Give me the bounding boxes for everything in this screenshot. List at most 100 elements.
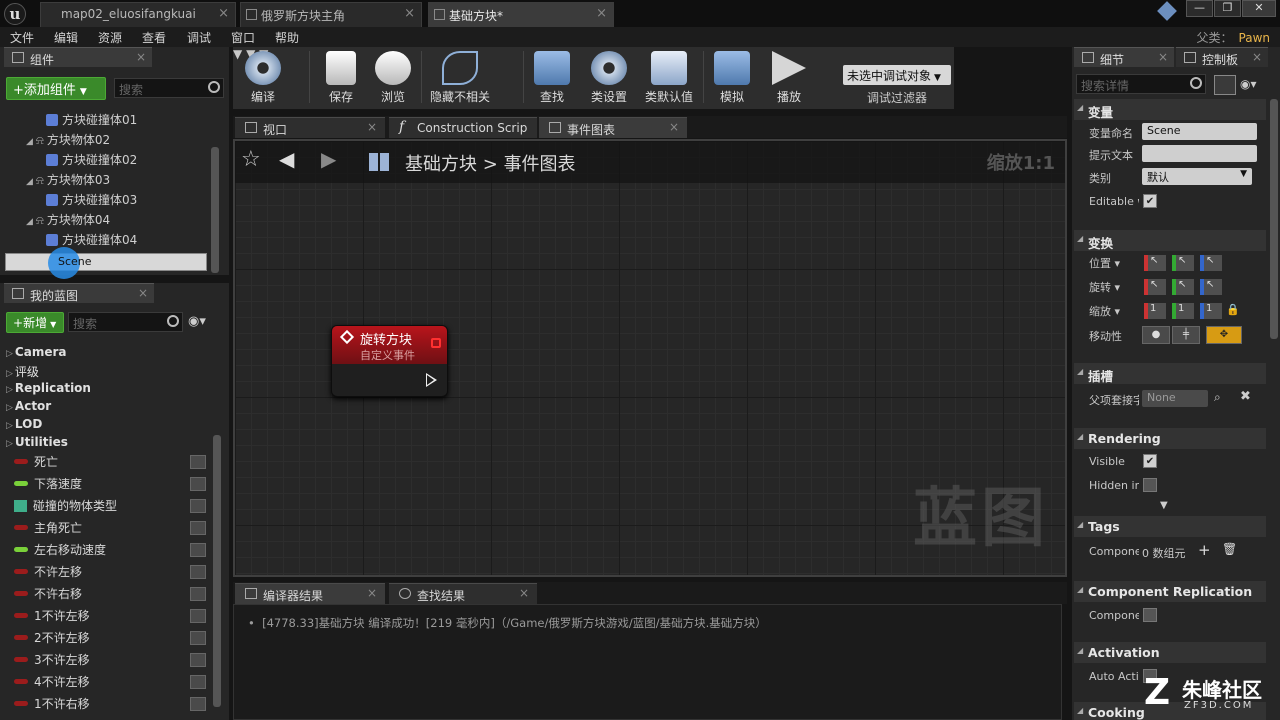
variable-item[interactable]: 左右移动速度 [14, 541, 106, 561]
menu-debug[interactable]: 调试 [187, 29, 211, 46]
category-camera[interactable]: ▷ Camera [6, 345, 66, 359]
visibility-eye-icon[interactable] [190, 653, 206, 667]
section-transform[interactable]: ◢ 变换 [1074, 230, 1266, 251]
variable-item[interactable]: 不许右移 [14, 585, 82, 605]
tab-event-graph[interactable]: 事件图表 × [539, 117, 687, 138]
breadcrumb-root[interactable]: 基础方块 [405, 154, 477, 175]
view-options-eye-icon[interactable]: ◉▾ [1240, 77, 1257, 91]
view-options-eye-icon[interactable]: ◉▾ [188, 314, 206, 329]
tooltip-input[interactable] [1142, 145, 1257, 162]
visibility-eye-icon[interactable] [190, 697, 206, 711]
breadcrumb-leaf[interactable]: 事件图表 [504, 154, 576, 175]
close-icon[interactable]: × [218, 6, 229, 21]
maximize-button[interactable]: ❐ [1214, 0, 1241, 17]
rotation-z-field[interactable]: ↖ [1200, 279, 1222, 295]
visibility-eye-icon[interactable] [190, 631, 206, 645]
play-button[interactable]: 播放 [763, 49, 815, 107]
close-icon[interactable]: × [596, 6, 607, 21]
favorite-star-icon[interactable]: ☆ [241, 147, 261, 172]
event-graph-canvas[interactable]: ☆ ◀ ▶ 基础方块 > 事件图表 缩放1:1 旋转方块 自定义事件 蓝图 [233, 139, 1067, 577]
close-window-button[interactable]: ✕ [1242, 0, 1276, 17]
close-icon[interactable]: × [1158, 50, 1168, 64]
category-utilities[interactable]: ▷ Utilities [6, 435, 68, 449]
tree-item-collider-02[interactable]: 方块碰撞体02 [46, 151, 137, 171]
category-replication[interactable]: ▷ Replication [6, 381, 91, 395]
category-select[interactable]: 默认 ▼ [1142, 168, 1252, 185]
trash-icon[interactable]: 🗑 [1222, 542, 1237, 556]
menu-edit[interactable]: 编辑 [54, 29, 78, 46]
section-activation[interactable]: ◢ Activation [1074, 642, 1266, 663]
variable-item[interactable]: 死亡 [14, 453, 58, 473]
browse-button[interactable]: 浏览 [369, 49, 417, 107]
menu-window[interactable]: 窗口 [231, 29, 255, 46]
hide-unrelated-button[interactable]: 隐藏不相关 [427, 49, 493, 107]
components-search-input[interactable]: 搜索 [114, 78, 224, 98]
doc-tab-base-block[interactable]: 基础方块* × [428, 2, 614, 27]
close-icon[interactable]: × [138, 286, 148, 300]
property-matrix-icon[interactable] [1214, 75, 1236, 95]
visibility-eye-icon[interactable] [190, 565, 206, 579]
close-icon[interactable]: × [519, 586, 529, 600]
mobility-static-button[interactable]: ● [1142, 326, 1170, 344]
hidden-in-game-checkbox[interactable] [1143, 478, 1157, 492]
tab-construction-script[interactable]: f Construction Scrip [389, 117, 537, 138]
category-rating[interactable]: ▷ 评级 [6, 363, 39, 380]
minimize-button[interactable]: — [1186, 0, 1213, 17]
visibility-eye-icon[interactable] [190, 521, 206, 535]
variable-item[interactable]: 碰撞的物体类型 [14, 497, 117, 517]
visibility-eye-icon[interactable] [190, 499, 206, 513]
location-label[interactable]: 位置 ▾ [1089, 255, 1139, 271]
visibility-eye-icon[interactable] [190, 477, 206, 491]
close-icon[interactable]: × [404, 6, 415, 21]
advanced-expand-icon[interactable]: ▼ [1160, 500, 1168, 511]
collapse-arrow-icon[interactable]: ◢ [26, 137, 33, 147]
component-replicates-checkbox[interactable] [1143, 608, 1157, 622]
doc-tab-main-character[interactable]: 俄罗斯方块主角 × [240, 2, 422, 27]
new-button[interactable]: +新增 ▼ [6, 312, 64, 333]
doc-tab-map[interactable]: map02_eluosifangkuai × [40, 2, 236, 27]
tab-compiler-results[interactable]: 编译器结果 × [235, 583, 385, 604]
variable-item[interactable]: 1不许右移 [14, 695, 90, 715]
category-lod[interactable]: ▷ LOD [6, 417, 42, 431]
tree-item-collider-01[interactable]: 方块碰撞体01 [46, 111, 137, 131]
close-icon[interactable]: × [367, 586, 377, 600]
forward-arrow-icon[interactable]: ▶ [321, 147, 336, 171]
close-icon[interactable]: × [669, 120, 679, 134]
add-element-icon[interactable]: + [1198, 541, 1211, 559]
variable-item[interactable]: 1不许左移 [14, 607, 90, 627]
location-y-field[interactable]: ↖ [1172, 255, 1194, 271]
menu-help[interactable]: 帮助 [275, 29, 299, 46]
back-arrow-icon[interactable]: ◀ [279, 147, 294, 171]
section-sockets[interactable]: ◢ 插槽 [1074, 363, 1266, 384]
scale-z-field[interactable]: 1 [1200, 303, 1222, 319]
my-blueprint-tab[interactable]: 我的蓝图 × [4, 283, 154, 303]
menu-file[interactable]: 文件 [10, 29, 34, 46]
variable-item[interactable]: 主角死亡 [14, 519, 82, 539]
tree-item-block-02[interactable]: ◢ ⍾ 方块物体02 [26, 131, 110, 151]
visibility-eye-icon[interactable] [190, 609, 206, 623]
close-icon[interactable]: × [1252, 50, 1262, 64]
exec-output-pin-icon[interactable] [426, 373, 437, 387]
blueprint-scrollbar[interactable] [213, 435, 221, 707]
details-search-input[interactable]: 搜索详情 [1076, 74, 1206, 94]
visibility-eye-icon[interactable] [190, 543, 206, 557]
class-settings-button[interactable]: 类设置 [583, 49, 635, 107]
debug-object-select[interactable]: 未选中调试对象 ▼ [843, 65, 951, 85]
simulate-button[interactable]: 模拟 [709, 49, 755, 107]
visibility-eye-icon[interactable] [190, 675, 206, 689]
location-z-field[interactable]: ↖ [1200, 255, 1222, 271]
menu-view[interactable]: 查看 [142, 29, 166, 46]
tab-viewport[interactable]: 视口 × [235, 117, 385, 138]
find-button[interactable]: 查找 [529, 49, 575, 107]
rotation-label[interactable]: 旋转 ▾ [1089, 279, 1139, 295]
collapse-arrow-icon[interactable]: ◢ [26, 177, 33, 187]
compile-button[interactable]: 编译 [237, 49, 289, 107]
details-scrollbar[interactable] [1270, 99, 1278, 339]
scale-y-field[interactable]: 1 [1172, 303, 1194, 319]
visible-checkbox[interactable]: ✔ [1143, 454, 1157, 468]
components-scrollbar[interactable] [211, 147, 219, 273]
variable-item[interactable]: 下落速度 [14, 475, 82, 495]
visibility-eye-icon[interactable] [190, 587, 206, 601]
scale-label[interactable]: 缩放 ▾ [1089, 303, 1139, 319]
delegate-pin-icon[interactable] [431, 338, 441, 348]
